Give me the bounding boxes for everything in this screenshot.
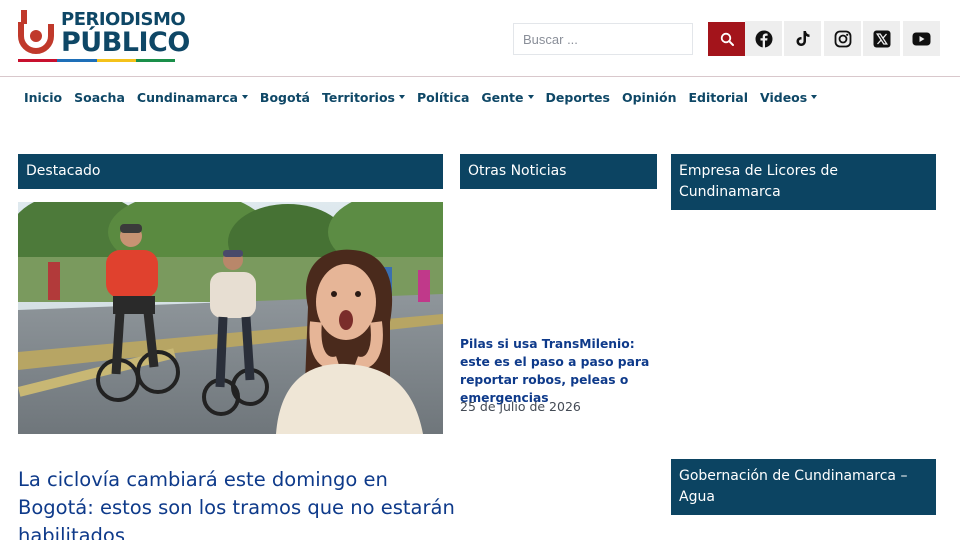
other-news-section-heading: Otras Noticias xyxy=(460,154,657,189)
nav-item-politica[interactable]: Política xyxy=(417,90,469,105)
tiktok-icon xyxy=(796,31,809,46)
caret-down-icon xyxy=(398,95,405,99)
search-input[interactable] xyxy=(513,23,693,55)
nav-item-bogota[interactable]: Bogotá xyxy=(260,90,310,105)
logo-mark-icon xyxy=(18,10,54,54)
nav-item-territorios[interactable]: Territorios xyxy=(322,90,405,105)
caret-down-icon xyxy=(811,95,818,99)
facebook-icon xyxy=(755,30,772,47)
sidebar-widget-heading-licores: Empresa de Licores de Cundinamarca xyxy=(671,154,936,210)
search-button[interactable] xyxy=(708,22,745,56)
nav-item-soacha[interactable]: Soacha xyxy=(74,90,125,105)
news-article-title[interactable]: Pilas si usa TransMilenio: este es el pa… xyxy=(460,335,665,407)
site-header: PERIODISMO PÚBLICO xyxy=(0,0,960,77)
nav-item-deportes[interactable]: Deportes xyxy=(546,90,610,105)
news-article-date: 25 de julio de 2026 xyxy=(460,399,581,414)
youtube-button[interactable] xyxy=(903,21,940,56)
nav-item-videos[interactable]: Videos xyxy=(760,90,818,105)
instagram-icon xyxy=(834,30,851,47)
logo-text-line2: PÚBLICO xyxy=(61,27,190,58)
search-icon xyxy=(720,32,734,46)
featured-article-title[interactable]: La ciclovía cambiará este domingo en Bog… xyxy=(18,466,458,540)
nav-item-gente[interactable]: Gente xyxy=(481,90,534,105)
nav-item-opinion[interactable]: Opinión xyxy=(622,90,677,105)
x-icon xyxy=(873,30,890,47)
featured-section-heading: Destacado xyxy=(18,154,443,189)
site-logo[interactable]: PERIODISMO PÚBLICO xyxy=(18,8,190,64)
nav-item-inicio[interactable]: Inicio xyxy=(24,90,62,105)
featured-article-image[interactable] xyxy=(18,202,443,434)
main-nav: Inicio Soacha Cundinamarca Bogotá Territ… xyxy=(24,89,829,105)
caret-down-icon xyxy=(527,95,534,99)
nav-item-cundinamarca[interactable]: Cundinamarca xyxy=(137,90,248,105)
instagram-button[interactable] xyxy=(824,21,861,56)
sidebar-widget-heading-gobernacion: Gobernación de Cundinamarca – Agua xyxy=(671,459,936,515)
caret-down-icon xyxy=(241,95,248,99)
nav-item-editorial[interactable]: Editorial xyxy=(689,90,749,105)
youtube-icon xyxy=(912,32,931,45)
tiktok-button[interactable] xyxy=(784,21,821,56)
facebook-button[interactable] xyxy=(745,21,782,56)
x-button[interactable] xyxy=(863,21,900,56)
logo-color-bar xyxy=(18,59,175,62)
